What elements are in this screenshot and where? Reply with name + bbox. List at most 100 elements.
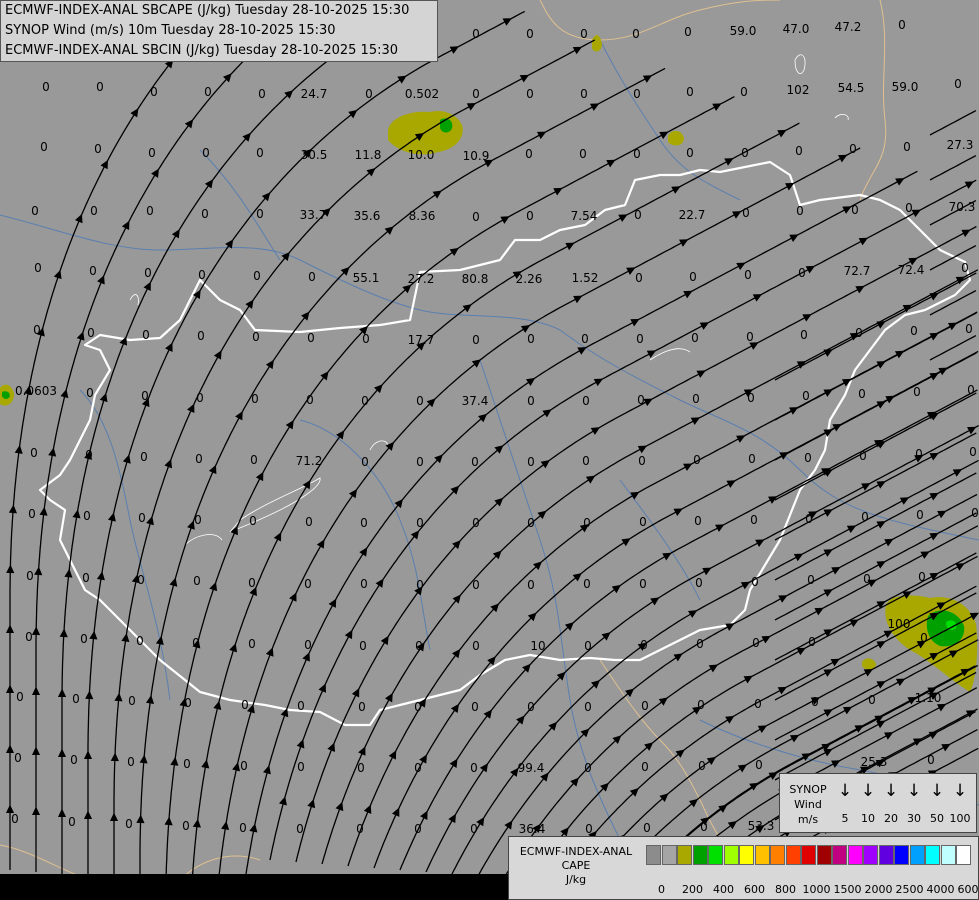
cin-value-label: 80.8 [462, 272, 489, 286]
cin-value-label: 47.0 [783, 22, 810, 36]
cin-value-label: 0 [416, 394, 424, 408]
cin-value-label: 0 [851, 203, 859, 217]
cin-value-label: 0 [747, 391, 755, 405]
synop-speed-label: 20 [884, 812, 898, 825]
cin-value-label: 0 [361, 455, 369, 469]
cin-value-label: 0 [694, 514, 702, 528]
cape-color-swatch [863, 845, 878, 865]
cin-value-label: 0 [471, 455, 479, 469]
cin-value-label: 2.26 [516, 272, 543, 286]
cin-value-label: 0 [87, 326, 95, 340]
synop-legend-title: SYNOP Wind m/s [784, 782, 832, 827]
cin-value-label: 0 [954, 77, 962, 91]
cin-value-label: 0 [304, 577, 312, 591]
cin-value-label: 0 [305, 515, 313, 529]
arrow-down-icon: ↓ [837, 781, 853, 801]
cin-value-label: 0 [691, 331, 699, 345]
cin-value-label: 0 [83, 509, 91, 523]
cin-value-label: 0 [250, 453, 258, 467]
cin-value-label: 0 [740, 85, 748, 99]
cin-value-label: 0 [195, 452, 203, 466]
cape-color-swatch [940, 845, 956, 865]
cin-value-label: 0 [700, 820, 708, 834]
cape-legend-title-3: J/kg [565, 873, 587, 886]
weather-map: 0 0 0 0 0 24.7 0 0.502 0 0 0 0 0 0 102 54.5 59.0 0 0 0 0 0 0 30… [0, 0, 979, 900]
cin-value-label: 30.5 [301, 148, 328, 162]
cin-value-label: 0 [357, 761, 365, 775]
cin-value-label: 0 [197, 329, 205, 343]
cape-color-swatch [925, 845, 940, 865]
cin-value-label: 0 [94, 142, 102, 156]
cape-color-swatch [739, 845, 754, 865]
cin-value-label: 0 [25, 630, 33, 644]
cin-value-label: 100 [888, 617, 911, 631]
cin-value-label: 0 [256, 207, 264, 221]
cin-value-label: 8.36 [409, 209, 436, 223]
cin-value-label: 0 [308, 270, 316, 284]
cin-value-label: 0 [471, 700, 479, 714]
cin-value-label: 0 [16, 690, 24, 704]
cin-value-label: 0 [258, 87, 266, 101]
cin-value-label: 0 [240, 759, 248, 773]
cin-value-label: 0 [128, 694, 136, 708]
synop-legend-entry: ↓ 100 [949, 780, 971, 825]
cin-value-label: 0 [14, 751, 22, 765]
cin-value-label: 0 [868, 693, 876, 707]
cin-value-label: 0 [85, 448, 93, 462]
cin-value-label: 0 [527, 516, 535, 530]
cin-value-label: 0 [414, 822, 422, 836]
cin-value-label: 0 [967, 383, 975, 397]
cin-value-label: 0 [527, 700, 535, 714]
cin-value-label: 0 [638, 454, 646, 468]
cin-value-label: 0 [202, 146, 210, 160]
cin-value-label: 0 [633, 87, 641, 101]
cin-value-label: 0 [146, 204, 154, 218]
cin-value-label: 0 [526, 27, 534, 41]
cin-value-label: 0 [192, 636, 200, 650]
cin-value-label: 0 [136, 634, 144, 648]
cin-value-label: 0 [201, 207, 209, 221]
cin-value-label: 0 [414, 700, 422, 714]
cin-value-label: 10.9 [463, 149, 490, 163]
synop-legend-title-1: SYNOP [789, 783, 827, 796]
synop-legend-entry: ↓ 50 [926, 780, 948, 825]
cin-value-label: 0 [472, 27, 480, 41]
cin-value-label: 0 [253, 269, 261, 283]
cin-value-label: 0 [358, 700, 366, 714]
cin-value-label: 0 [584, 700, 592, 714]
cin-value-label: 0 [182, 819, 190, 833]
cin-value-label: 0 [525, 147, 533, 161]
cin-value-label: 0 [643, 821, 651, 835]
cin-value-label: 0 [898, 18, 906, 32]
cin-value-label: 0 [641, 699, 649, 713]
cin-value-label: 0 [472, 210, 480, 224]
cin-value-label: 17.7 [408, 333, 435, 347]
cin-value-label: 0 [583, 516, 591, 530]
cin-value-label: 0 [184, 696, 192, 710]
cin-value-label: 0 [689, 270, 697, 284]
cin-value-label: 0 [365, 87, 373, 101]
cin-value-label: 0 [805, 512, 813, 526]
cape-color-swatch [754, 845, 770, 865]
cin-value-label: 0 [31, 204, 39, 218]
cape-color-swatch [677, 845, 692, 865]
cin-value-label: 0 [965, 322, 973, 336]
cape-color-swatch [878, 845, 894, 865]
cape-color-swatch [847, 845, 863, 865]
cin-value-label: 0 [306, 393, 314, 407]
cin-value-label: 0 [632, 27, 640, 41]
cape-tick-label: 400 [713, 883, 734, 896]
cin-value-label: 0 [633, 147, 641, 161]
cin-value-label: 0 [635, 271, 643, 285]
cape-color-swatch [646, 845, 661, 865]
cin-value-label: 0 [472, 333, 480, 347]
arrow-down-icon: ↓ [860, 781, 876, 801]
cin-value-label: 0 [580, 87, 588, 101]
cin-value-label: 0 [80, 632, 88, 646]
cape-color-swatch [909, 845, 925, 865]
cape-tick-label: 600 [744, 883, 765, 896]
cin-value-label: 0 [90, 204, 98, 218]
cin-value-label: 0 [472, 578, 480, 592]
cin-value-label: 0 [686, 85, 694, 99]
cin-value-label: 0 [249, 514, 257, 528]
